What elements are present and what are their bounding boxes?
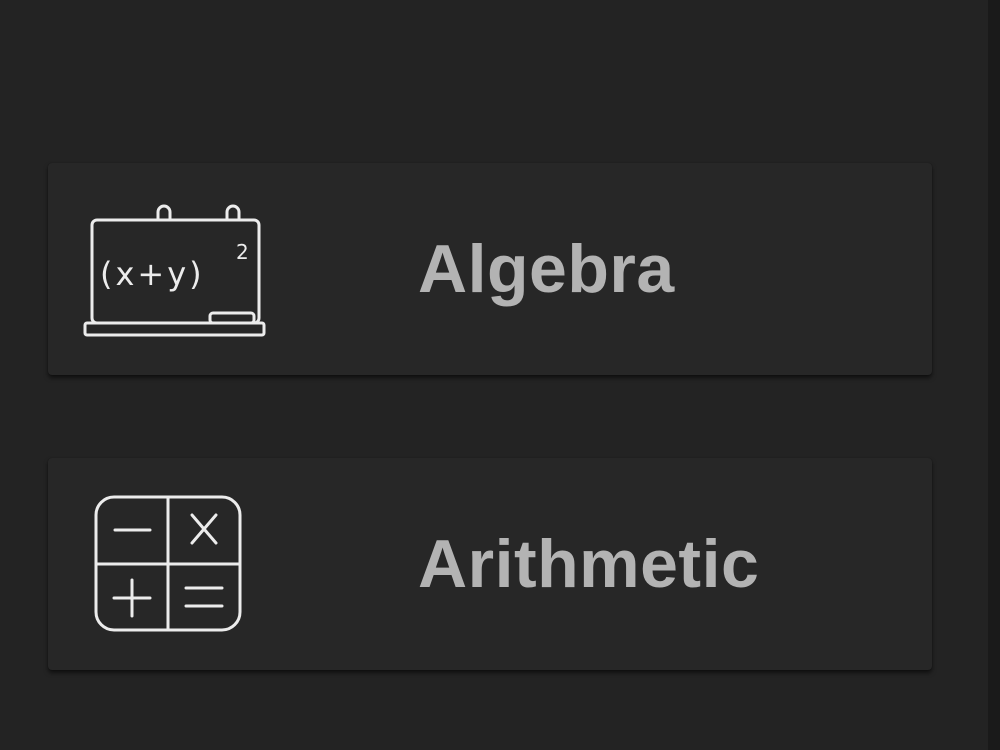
menu-item-label: Arithmetic: [418, 526, 760, 602]
window-edge: [988, 0, 1000, 750]
calculator-operators-icon: [94, 495, 242, 632]
menu-item-label: Algebra: [418, 231, 675, 307]
exponent-text: 2: [236, 240, 249, 264]
menu-item-arithmetic[interactable]: Arithmetic: [48, 458, 932, 670]
formula-text: (x+y): [100, 255, 205, 293]
menu-item-algebra[interactable]: (x+y) 2 Algebra: [48, 163, 932, 375]
chalkboard-icon: (x+y) 2: [83, 204, 266, 337]
